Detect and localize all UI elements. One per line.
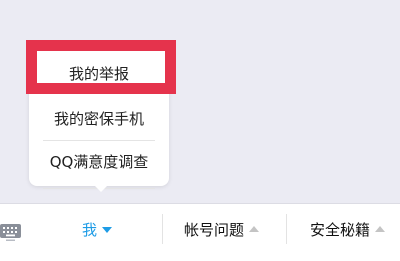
tab-label: 安全秘籍 [310, 221, 371, 239]
keyboard-icon [0, 224, 21, 241]
tab-divider [162, 214, 163, 244]
tab-label: 帐号问题 [184, 221, 245, 239]
menu-item-satisfaction-survey[interactable]: QQ满意度调查 [29, 140, 169, 184]
tab-security-tips[interactable]: 安全秘籍 [310, 204, 386, 256]
menu-item-security-phone[interactable]: 我的密保手机 [29, 97, 169, 141]
keyboard-toggle-button[interactable] [0, 222, 22, 242]
tab-label: 我 [82, 221, 98, 239]
highlight-annotation [26, 40, 176, 94]
menu-item-label: 我的密保手机 [53, 110, 144, 128]
tab-me[interactable]: 我 [82, 204, 113, 256]
menu-divider [43, 188, 155, 189]
caret-up-icon [375, 226, 386, 232]
tab-account-issues[interactable]: 帐号问题 [184, 204, 260, 256]
caret-up-icon [249, 226, 260, 232]
menu-item-label: QQ满意度调查 [49, 153, 149, 171]
caret-down-icon [102, 226, 113, 233]
bottom-bar: 我 帐号问题 安全秘籍 [0, 203, 400, 261]
tab-divider [286, 214, 287, 244]
